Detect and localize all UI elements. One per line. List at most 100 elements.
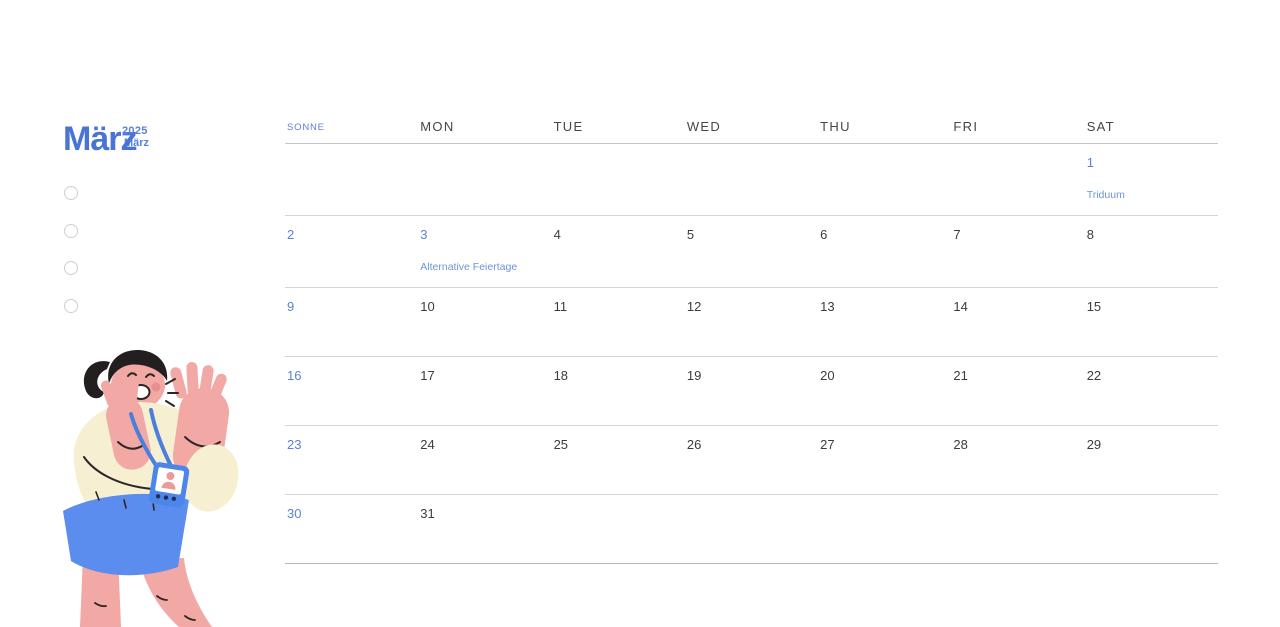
day-cell-2[interactable]: 2 — [285, 216, 418, 287]
day-cell-empty — [951, 144, 1084, 215]
day-cell-20[interactable]: 20 — [818, 357, 951, 425]
day-number: 16 — [287, 368, 302, 383]
day-number: 11 — [553, 299, 568, 314]
day-cell-3[interactable]: 3 Alternative Feiertage — [418, 216, 551, 287]
day-number: 27 — [820, 437, 835, 452]
waving-woman-illustration — [38, 340, 260, 627]
year-overlay-label: 2025 — [122, 125, 148, 137]
day-cell-21[interactable]: 21 — [951, 357, 1084, 425]
day-number: 1 — [1086, 155, 1094, 170]
id-badge — [148, 462, 190, 508]
day-number: 18 — [553, 368, 569, 383]
day-cell-11[interactable]: 11 — [552, 288, 685, 356]
day-cell-empty — [951, 495, 1084, 563]
weekday-header-row: SONNE MON TUE WED THU FRI SAT — [285, 115, 1218, 144]
day-cell-19[interactable]: 19 — [685, 357, 818, 425]
event-label: Triduum — [1086, 189, 1125, 202]
calendar: SONNE MON TUE WED THU FRI SAT 1 Triduum 2 3 Altern… — [285, 115, 1218, 564]
calendar-grid: 1 Triduum 2 3 Alternative Feiertage 4 5 6 7 8 9 10 1… — [285, 144, 1218, 564]
weekday-sat: SAT — [1086, 119, 1115, 134]
day-number: 22 — [1086, 368, 1102, 383]
week-row: 2 3 Alternative Feiertage 4 5 6 7 8 — [285, 216, 1218, 288]
day-cell-10[interactable]: 10 — [418, 288, 551, 356]
day-cell-30[interactable]: 30 — [285, 495, 418, 563]
weekday-wed: WED — [686, 119, 722, 134]
day-cell-empty — [818, 495, 951, 563]
note-circle-3 — [64, 261, 78, 275]
week-row: 30 31 — [285, 495, 1218, 564]
day-number: 25 — [553, 437, 569, 452]
day-cell-23[interactable]: 23 — [285, 426, 418, 494]
day-cell-15[interactable]: 15 — [1085, 288, 1218, 356]
title-block: März 2025 März — [63, 122, 263, 172]
day-number: 6 — [820, 227, 828, 242]
day-cell-22[interactable]: 22 — [1085, 357, 1218, 425]
day-cell-28[interactable]: 28 — [951, 426, 1084, 494]
day-number: 10 — [420, 299, 435, 314]
day-cell-empty — [285, 144, 418, 215]
weekday-mon: MON — [420, 119, 455, 134]
day-number: 23 — [287, 437, 302, 452]
day-cell-empty — [818, 144, 951, 215]
day-cell-8[interactable]: 8 — [1085, 216, 1218, 287]
weekday-fri: FRI — [953, 119, 979, 134]
day-cell-empty — [685, 495, 818, 563]
day-number: 30 — [287, 506, 302, 521]
day-cell-empty — [552, 495, 685, 563]
day-cell-27[interactable]: 27 — [818, 426, 951, 494]
week-row: 16 17 18 19 20 21 22 — [285, 357, 1218, 426]
note-circle-2 — [64, 224, 78, 238]
calendar-page: März 2025 März SONNE MON TUE WED THU FRI SAT 1… — [0, 0, 1280, 627]
day-cell-9[interactable]: 9 — [285, 288, 418, 356]
day-number: 14 — [953, 299, 968, 314]
day-number: 5 — [686, 227, 695, 242]
day-number: 4 — [553, 227, 561, 242]
day-cell-24[interactable]: 24 — [418, 426, 551, 494]
weekday-tue: TUE — [553, 119, 584, 134]
day-cell-14[interactable]: 14 — [951, 288, 1084, 356]
month-title: März — [63, 120, 137, 158]
week-row: 9 10 11 12 13 14 15 — [285, 288, 1218, 357]
note-circle-4 — [64, 299, 78, 313]
weekday-thu: THU — [820, 119, 851, 134]
day-cell-12[interactable]: 12 — [685, 288, 818, 356]
waving-woman-svg — [63, 349, 239, 627]
day-number: 26 — [686, 437, 702, 452]
day-cell-18[interactable]: 18 — [552, 357, 685, 425]
day-cell-31[interactable]: 31 — [418, 495, 551, 563]
day-number: 12 — [686, 299, 702, 314]
day-cell-16[interactable]: 16 — [285, 357, 418, 425]
day-cell-empty — [685, 144, 818, 215]
day-number: 15 — [1086, 299, 1102, 314]
day-cell-17[interactable]: 17 — [418, 357, 551, 425]
week-row: 1 Triduum — [285, 144, 1218, 216]
day-cell-4[interactable]: 4 — [552, 216, 685, 287]
day-cell-7[interactable]: 7 — [951, 216, 1084, 287]
day-number: 21 — [953, 368, 968, 383]
day-cell-25[interactable]: 25 — [552, 426, 685, 494]
day-cell-empty — [552, 144, 685, 215]
day-number: 7 — [953, 227, 961, 242]
day-cell-26[interactable]: 26 — [685, 426, 818, 494]
day-number: 20 — [820, 368, 835, 383]
day-number: 28 — [953, 437, 968, 452]
day-cell-29[interactable]: 29 — [1085, 426, 1218, 494]
day-number: 29 — [1086, 437, 1102, 452]
day-cell-13[interactable]: 13 — [818, 288, 951, 356]
event-label: Alternative Feiertage — [420, 261, 518, 274]
day-number: 9 — [287, 299, 295, 314]
day-cell-6[interactable]: 6 — [818, 216, 951, 287]
day-number: 8 — [1086, 227, 1094, 242]
day-cell-empty — [1085, 495, 1218, 563]
day-number: 17 — [420, 368, 435, 383]
day-number: 31 — [420, 506, 435, 521]
day-number: 3 — [420, 227, 428, 242]
day-number: 13 — [820, 299, 835, 314]
day-cell-5[interactable]: 5 — [685, 216, 818, 287]
day-cell-1[interactable]: 1 Triduum — [1085, 144, 1218, 215]
day-cell-empty — [418, 144, 551, 215]
day-number: 24 — [420, 437, 435, 452]
weekday-sonne: SONNE — [287, 121, 325, 133]
week-row: 23 24 25 26 27 28 29 — [285, 426, 1218, 495]
day-number: 19 — [686, 368, 702, 383]
